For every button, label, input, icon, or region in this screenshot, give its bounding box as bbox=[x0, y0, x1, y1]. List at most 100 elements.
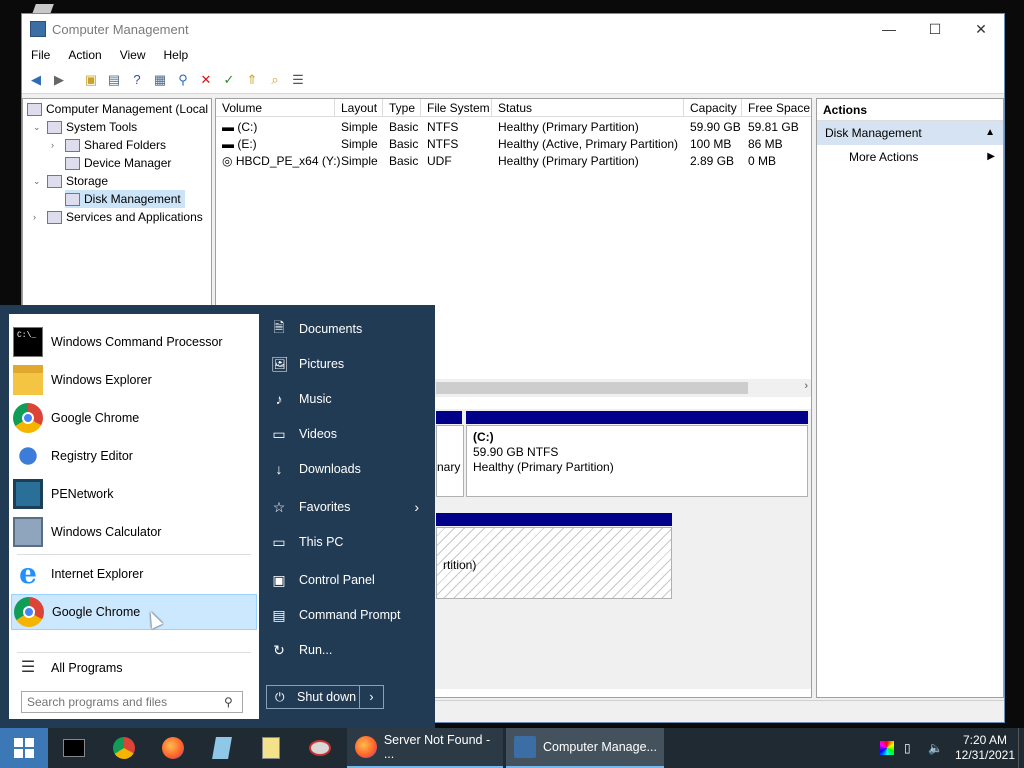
program-label: PENetwork bbox=[51, 487, 114, 501]
cdrom-partition-box[interactable]: rtition) bbox=[436, 527, 672, 599]
search-input[interactable] bbox=[21, 691, 243, 713]
clock[interactable]: 7:20 AM 12/31/2021 bbox=[952, 733, 1018, 763]
c-partition-size: 59.90 GB NTFS bbox=[473, 445, 559, 459]
star-icon: ☆ bbox=[272, 498, 286, 515]
check-icon[interactable]: ✓ bbox=[219, 70, 239, 90]
volume-name: ▬ (E:) bbox=[222, 137, 257, 151]
c-partition-box[interactable]: (C:) 59.90 GB NTFS Healthy (Primary Part… bbox=[466, 425, 808, 497]
search-folder-icon[interactable]: ⌕ bbox=[265, 70, 285, 90]
taskbar-tool-icon[interactable] bbox=[306, 734, 334, 762]
actions-disk-management[interactable]: Disk Management ▲ bbox=[817, 121, 1003, 145]
all-programs[interactable]: ☰ All Programs bbox=[11, 650, 257, 686]
column-file-system[interactable]: File System bbox=[421, 99, 492, 117]
program-item[interactable]: Registry Editor bbox=[11, 438, 257, 474]
up-folder-icon[interactable]: ▣ bbox=[81, 70, 101, 90]
taskbar-notepad-icon[interactable] bbox=[208, 734, 236, 762]
taskbar-editor-icon[interactable] bbox=[257, 734, 285, 762]
close-button[interactable]: ✕ bbox=[958, 14, 1004, 44]
start-button[interactable] bbox=[0, 728, 48, 768]
taskbar-task-firefox[interactable]: Server Not Found - ... bbox=[347, 728, 503, 768]
help-icon[interactable]: ? bbox=[127, 70, 147, 90]
place-videos[interactable]: ▭ Videos bbox=[266, 419, 431, 449]
program-item[interactable]: Google Chrome bbox=[11, 400, 257, 436]
color-icon[interactable] bbox=[880, 741, 894, 755]
column-type[interactable]: Type bbox=[383, 99, 421, 117]
place-label: Pictures bbox=[299, 357, 345, 371]
column-status[interactable]: Status bbox=[492, 99, 684, 117]
table-row[interactable]: ▬ (E:) Simple Basic NTFS Healthy (Active… bbox=[216, 136, 811, 153]
show-tree-icon[interactable]: ▤ bbox=[104, 70, 124, 90]
e-partition-status: nary bbox=[437, 460, 461, 474]
taskbar-cmd-icon[interactable] bbox=[60, 734, 88, 762]
program-label: Google Chrome bbox=[51, 411, 140, 425]
expand-chevron-icon[interactable]: › bbox=[33, 208, 36, 226]
expand-chevron-icon[interactable]: › bbox=[51, 136, 54, 154]
taskbar-task-computer-management[interactable]: Computer Manage... bbox=[506, 728, 664, 768]
back-arrow-icon[interactable]: ◀ bbox=[26, 70, 46, 90]
collapse-chevron-icon[interactable]: ⌄ bbox=[33, 172, 41, 190]
taskbar-firefox-icon[interactable] bbox=[159, 734, 187, 762]
tree-storage[interactable]: ⌄ Storage bbox=[33, 172, 109, 190]
properties-icon[interactable]: ▦ bbox=[150, 70, 170, 90]
tree-storage-label: Storage bbox=[66, 174, 109, 188]
shutdown-button[interactable]: ⏻ Shut down › bbox=[266, 685, 384, 709]
column-volume[interactable]: Volume bbox=[216, 99, 335, 117]
program-item[interactable]: e Internet Explorer bbox=[11, 556, 257, 592]
program-item-highlighted[interactable]: Google Chrome bbox=[11, 594, 257, 630]
program-item[interactable]: PENetwork bbox=[11, 476, 257, 512]
download-icon: ↓ bbox=[275, 461, 283, 477]
tree-system-tools[interactable]: ⌄ System Tools bbox=[33, 118, 137, 136]
connect-icon[interactable]: ⚲ bbox=[173, 70, 193, 90]
column-layout[interactable]: Layout bbox=[335, 99, 383, 117]
place-this-pc[interactable]: ▭ This PC bbox=[266, 527, 431, 557]
tree-shared-folders[interactable]: › Shared Folders bbox=[51, 136, 166, 154]
place-pictures[interactable]: 🖼 Pictures bbox=[266, 349, 431, 379]
scroll-right-icon[interactable]: › bbox=[804, 380, 808, 392]
usb-icon[interactable]: ▯ bbox=[904, 741, 918, 755]
delete-icon[interactable]: ✕ bbox=[196, 70, 216, 90]
title-bar[interactable]: Computer Management — ☐ ✕ bbox=[22, 14, 1004, 44]
actions-more[interactable]: More Actions ▶ bbox=[817, 145, 1003, 169]
collapse-chevron-icon[interactable]: ⌄ bbox=[33, 118, 41, 136]
place-downloads[interactable]: ↓ Downloads bbox=[266, 454, 431, 484]
menu-action[interactable]: Action bbox=[59, 48, 110, 62]
tree-device-manager[interactable]: Device Manager bbox=[65, 154, 171, 172]
place-favorites[interactable]: ☆ Favorites › bbox=[266, 492, 431, 522]
table-row[interactable]: ▬ (C:) Simple Basic NTFS Healthy (Primar… bbox=[216, 119, 811, 136]
volume-muted-icon[interactable]: 🔈 bbox=[928, 741, 943, 755]
list-view-icon[interactable]: ☰ bbox=[288, 70, 308, 90]
place-documents[interactable]: 🗎 Documents bbox=[266, 314, 431, 344]
column-capacity[interactable]: Capacity bbox=[684, 99, 742, 117]
program-item[interactable]: C:\_ Windows Command Processor bbox=[11, 324, 257, 360]
menu-view[interactable]: View bbox=[111, 48, 155, 62]
search-icon[interactable]: ⚲ bbox=[224, 695, 233, 709]
e-partition-box[interactable]: nary bbox=[436, 425, 464, 497]
forward-arrow-icon[interactable]: ▶ bbox=[49, 70, 69, 90]
horizontal-scrollbar[interactable]: › bbox=[416, 379, 811, 397]
scrollbar-thumb[interactable] bbox=[436, 382, 748, 394]
minimize-button[interactable]: — bbox=[866, 14, 912, 44]
place-control-panel[interactable]: ▣ Control Panel bbox=[266, 565, 431, 595]
program-item[interactable]: Windows Explorer bbox=[11, 362, 257, 398]
table-row[interactable]: ◎ HBCD_PE_x64 (Y:) Simple Basic UDF Heal… bbox=[216, 153, 811, 170]
folder-up-icon[interactable]: ⇑ bbox=[242, 70, 262, 90]
tree-root-label: Computer Management (Local bbox=[46, 102, 209, 116]
place-command-prompt[interactable]: ▤ Command Prompt bbox=[266, 600, 431, 630]
tree-root[interactable]: Computer Management (Local bbox=[27, 100, 208, 118]
menu-file[interactable]: File bbox=[22, 48, 59, 62]
menu-help[interactable]: Help bbox=[155, 48, 198, 62]
taskbar-chrome-icon[interactable] bbox=[110, 734, 138, 762]
chrome-icon bbox=[14, 597, 44, 627]
tree-services[interactable]: › Services and Applications bbox=[33, 208, 203, 226]
maximize-button[interactable]: ☐ bbox=[912, 14, 958, 44]
place-music[interactable]: ♪ Music bbox=[266, 384, 431, 414]
actions-title: Actions bbox=[817, 99, 1003, 121]
place-run[interactable]: ↻ Run... bbox=[266, 635, 431, 665]
collapse-triangle-icon[interactable]: ▲ bbox=[985, 121, 995, 145]
show-desktop-button[interactable] bbox=[1018, 728, 1024, 768]
program-item[interactable]: Windows Calculator bbox=[11, 514, 257, 550]
column-free-space[interactable]: Free Space bbox=[742, 99, 811, 117]
tree-disk-management[interactable]: Disk Management bbox=[65, 190, 185, 208]
c-partition-header bbox=[466, 411, 808, 424]
shutdown-options-arrow-icon[interactable]: › bbox=[359, 686, 383, 708]
